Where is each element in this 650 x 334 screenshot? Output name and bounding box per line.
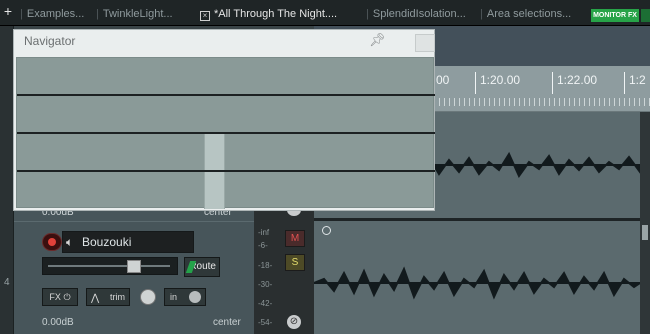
meter-scale-label: -18- bbox=[258, 261, 273, 270]
record-arm-button[interactable] bbox=[42, 233, 62, 251]
fx-label: FX bbox=[49, 292, 61, 302]
power-icon: ⏻ bbox=[63, 292, 71, 302]
tab-all-through-the-night[interactable]: × *All Through The Night.... bbox=[200, 0, 362, 26]
volume-slider[interactable] bbox=[42, 257, 178, 275]
envelope-icon: ⋀ bbox=[91, 293, 100, 304]
vertical-scrollbar[interactable] bbox=[640, 112, 650, 334]
take-marker-icon bbox=[322, 226, 331, 235]
scrollbar-thumb[interactable] bbox=[642, 225, 648, 240]
pin-icon[interactable]: 📌︎ bbox=[369, 32, 386, 48]
meter-scale-label: -inf bbox=[258, 228, 270, 237]
input-label: in bbox=[170, 292, 178, 302]
navigator-track-divider bbox=[17, 132, 435, 134]
reaper-window: + | Examples... | TwinkleLight... × *All Th… bbox=[0, 0, 650, 334]
waveform-peaks bbox=[314, 266, 640, 300]
volume-slider-track bbox=[48, 265, 170, 267]
close-button[interactable] bbox=[415, 34, 435, 52]
automation-trim-button[interactable]: ⋀ trim bbox=[86, 288, 130, 306]
speaker-icon[interactable]: 🔈︎ bbox=[66, 235, 80, 249]
volume-readout: 0.00dB bbox=[42, 317, 74, 328]
tab-twinklelight[interactable]: | TwinkleLight... bbox=[96, 0, 196, 26]
track-meter bbox=[254, 206, 314, 334]
navigator-overview[interactable] bbox=[16, 57, 435, 209]
volume-slider-thumb[interactable] bbox=[127, 260, 141, 273]
tab-area-selections[interactable]: | Area selections... bbox=[480, 0, 588, 26]
input-button[interactable]: in bbox=[164, 288, 206, 306]
meter-scale-label: -54- bbox=[258, 318, 273, 327]
chevron-down-icon bbox=[189, 291, 201, 303]
navigator-view-handle[interactable] bbox=[204, 134, 225, 170]
solo-button[interactable]: S bbox=[285, 254, 305, 271]
ruler-tick bbox=[624, 72, 625, 94]
project-tab-bar: + | Examples... | TwinkleLight... × *All Th… bbox=[0, 0, 650, 26]
navigator-title: Navigator bbox=[24, 34, 76, 48]
meter-scale-label: -30- bbox=[258, 280, 273, 289]
route-button[interactable]: Route bbox=[184, 257, 220, 277]
navigator-view-handle[interactable] bbox=[204, 172, 225, 209]
navigator-track-divider bbox=[17, 170, 435, 172]
navigator-track-divider bbox=[17, 94, 435, 96]
new-tab-button[interactable]: + bbox=[2, 4, 14, 18]
meter-scale-label: -6- bbox=[258, 241, 268, 250]
tab-examples[interactable]: | Examples... bbox=[20, 0, 92, 26]
tab-splendid-isolation[interactable]: | SplendidIsolation... bbox=[366, 0, 478, 26]
monitor-fx-button[interactable]: MONITOR FX bbox=[591, 9, 639, 22]
track-name: Bouzouki bbox=[82, 235, 132, 249]
monitor-fx-indicator bbox=[641, 9, 650, 22]
ruler-tick bbox=[475, 72, 476, 94]
navigator-window[interactable]: Navigator 📌︎ bbox=[13, 29, 435, 211]
track-number: 4 bbox=[4, 277, 10, 288]
ruler-tick bbox=[552, 72, 553, 94]
ruler-label: 1:2 bbox=[629, 73, 646, 87]
ruler-label: 1:22.00 bbox=[557, 73, 598, 87]
pan-readout: center bbox=[213, 317, 241, 328]
ruler-label: 1:20.00 bbox=[480, 73, 521, 87]
ruler-minor-ticks bbox=[434, 98, 650, 106]
phase-invert-icon[interactable]: ⊘ bbox=[287, 315, 301, 329]
ruler-label: 00 bbox=[436, 73, 450, 87]
trim-label: trim bbox=[110, 292, 125, 302]
media-item-waveform-bouzouki[interactable] bbox=[314, 243, 640, 334]
fx-button[interactable]: FX ⏻ bbox=[42, 288, 78, 306]
mute-button[interactable]: M bbox=[285, 230, 305, 247]
pan-knob[interactable] bbox=[140, 289, 156, 305]
close-box-icon[interactable]: × bbox=[200, 11, 210, 21]
meter-scale-label: -42- bbox=[258, 299, 273, 308]
